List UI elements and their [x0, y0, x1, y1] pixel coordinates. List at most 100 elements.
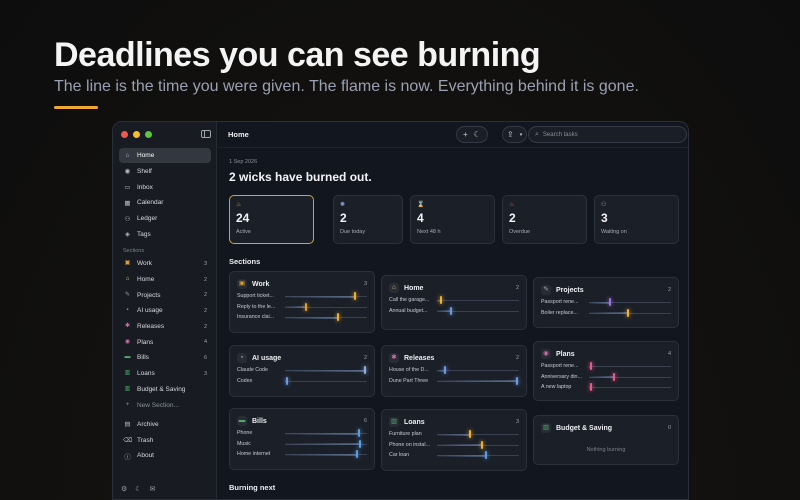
settings-icon[interactable]: ⚙ — [121, 485, 127, 493]
section-card-projects[interactable]: ✎ Projects 2 Passport rene... Boiler replace… — [533, 277, 679, 328]
card-header: ✎ Projects 2 — [541, 284, 671, 296]
wick-track — [285, 292, 367, 300]
sidebar-item-shelf[interactable]: ◉ Shelf — [119, 164, 211, 179]
plus-icon[interactable]: + — [463, 130, 468, 139]
flame-marker — [363, 366, 366, 374]
task-row[interactable]: Annual budget... — [389, 306, 519, 315]
card-count: 3 — [515, 419, 519, 425]
sidebar-item-home[interactable]: ⌂ Home — [119, 148, 211, 163]
section-card-bills[interactable]: ▬ Bills 6 Phone Music Home internet — [229, 408, 375, 470]
section-icon: ▥ — [389, 417, 399, 427]
section-count-badge: 3 — [203, 370, 207, 377]
section-icon: ⌂ — [125, 276, 130, 283]
minimize-window-button[interactable] — [133, 131, 140, 138]
section-card-loans[interactable]: ▥ Loans 3 Furniture plan Phone on instal... C… — [381, 409, 527, 471]
sidebar-toggle-icon[interactable] — [201, 130, 211, 138]
moon-icon[interactable]: ☾ — [135, 485, 141, 493]
task-name: A new laptop — [541, 384, 572, 390]
flame-marker — [357, 429, 360, 437]
sidebar-item-archive[interactable]: ▤ Archive — [119, 417, 211, 432]
card-header: ✱ Releases 2 — [389, 352, 519, 364]
task-name: Home internet — [237, 451, 271, 457]
sidebar-item-label: Calendar — [137, 199, 164, 207]
task-name: Claude Code — [237, 367, 268, 373]
sidebar-section-loans[interactable]: ▥ Loans 3 — [119, 366, 211, 382]
task-row[interactable]: Insurance clai... — [237, 313, 367, 321]
task-row[interactable]: Music — [237, 439, 367, 448]
sidebar-item-trash[interactable]: ⌫ Trash — [119, 433, 211, 448]
section-card-budget-saving[interactable]: ▥ Budget & Saving 0 Nothing burning — [533, 415, 679, 465]
wick-track — [437, 376, 519, 385]
stat-card-next-48-h[interactable]: ⌛ 4 Next 48 h — [410, 195, 495, 244]
stat-card-due-today[interactable]: ✺ 2 Due today — [333, 195, 403, 244]
wick-line — [437, 300, 519, 301]
section-card-work[interactable]: ▣ Work 3 Support ticket... Reply to the le..… — [229, 271, 375, 333]
wick-line — [437, 370, 519, 371]
task-row[interactable]: Phone — [237, 429, 367, 437]
moon-icon[interactable]: ☾ — [474, 130, 481, 139]
sidebar-item-inbox[interactable]: ▭ Inbox — [119, 180, 211, 195]
sidebar-item-calendar[interactable]: ▦ Calendar — [119, 195, 211, 210]
calendar-icon: ▦ — [124, 199, 131, 207]
card-title: Home — [404, 284, 424, 292]
section-card-plans[interactable]: ◉ Plans 4 Passport rene... Anniversary din..… — [533, 341, 679, 401]
task-name: Insurance clai... — [237, 314, 275, 320]
sidebar-section-projects[interactable]: ✎ Projects 2 — [119, 287, 211, 303]
sidebar-section-releases[interactable]: ✱ Releases 2 — [119, 319, 211, 335]
task-row[interactable]: Call the garage... — [389, 296, 519, 304]
wick-track — [437, 451, 519, 459]
task-row[interactable]: Passport rene... — [541, 362, 671, 370]
sidebar: ⌂ Home ◉ Shelf ▭ Inbox ▦ Calendar ⚇ Ledger ◈ Tags Se… — [113, 122, 217, 499]
section-icon: ✱ — [124, 323, 131, 330]
wick-track — [589, 298, 671, 306]
sidebar-item-tags[interactable]: ◈ Tags — [119, 227, 211, 242]
task-row[interactable]: Furniture plan — [389, 430, 519, 438]
sidebar-section-plans[interactable]: ◉ Plans 4 — [119, 334, 211, 350]
close-window-button[interactable] — [121, 131, 128, 138]
card-count: 6 — [363, 418, 367, 424]
sidebar-item-label: About — [137, 452, 154, 460]
task-row[interactable]: Reply to the le... — [237, 302, 367, 311]
section-count-badge: 2 — [203, 307, 207, 314]
sidebar-section-work[interactable]: ▣ Work 3 — [119, 256, 211, 272]
sidebar-item-label: Home — [137, 276, 155, 284]
stat-card-waiting-on[interactable]: ⚇ 3 Waiting on — [594, 195, 679, 244]
section-card-releases[interactable]: ✱ Releases 2 House of the D... Dune Part Thr… — [381, 345, 527, 397]
task-row[interactable]: Phone on instal... — [389, 440, 519, 449]
zoom-window-button[interactable] — [145, 131, 152, 138]
card-title: Loans — [404, 418, 425, 426]
task-row[interactable]: Dune Part Three — [389, 376, 519, 385]
search-field[interactable]: ⌕ Search tasks — [528, 126, 687, 143]
sidebar-section-bills[interactable]: ▬ Bills 6 — [119, 350, 211, 366]
card-count: 4 — [667, 351, 671, 357]
sidebar-footer: ⚙ ☾ ✉ — [121, 485, 155, 493]
sidebar-section-home[interactable]: ⌂ Home 2 — [119, 272, 211, 288]
task-row[interactable]: Claude Code — [237, 366, 367, 374]
task-row[interactable]: Passport rene... — [541, 298, 671, 306]
task-row[interactable]: Home internet — [237, 450, 367, 458]
sidebar-item-about[interactable]: ⓘ About — [119, 448, 211, 463]
card-count: 2 — [515, 355, 519, 361]
mail-icon[interactable]: ✉ — [150, 485, 156, 493]
section-icon: ▣ — [124, 260, 131, 267]
sidebar-item-ledger[interactable]: ⚇ Ledger — [119, 211, 211, 226]
task-row[interactable]: Support ticket... — [237, 292, 367, 300]
stat-card-overdue[interactable]: ♨ 2 Overdue — [502, 195, 587, 244]
sidebar-item-label: Home — [137, 152, 155, 159]
section-card-ai-usage[interactable]: ▪ AI usage 2 Claude Code Codex — [229, 345, 375, 397]
task-row[interactable]: Boiler replace... — [541, 308, 671, 317]
new-section-button[interactable]: + New Section... — [119, 397, 211, 413]
section-card-home[interactable]: ⌂ Home 2 Call the garage... Annual budget... — [381, 275, 527, 330]
task-row[interactable]: Codex — [237, 376, 367, 385]
flame-icon: ♨ — [236, 202, 242, 208]
sidebar-section-ai-usage[interactable]: ▪ AI usage 2 — [119, 303, 211, 319]
task-row[interactable]: A new laptop — [541, 383, 671, 391]
sidebar-section-budget-saving[interactable]: ▥ Budget & Saving — [119, 381, 211, 397]
sidebar-sections-label: Sections — [123, 247, 145, 254]
task-row[interactable]: Car loan — [389, 451, 519, 459]
share-menu-button[interactable]: ⇪ ▾ — [502, 126, 528, 143]
task-row[interactable]: House of the D... — [389, 366, 519, 374]
stat-card-active[interactable]: ♨ 24 Active — [229, 195, 314, 244]
card-count: 0 — [667, 425, 671, 431]
task-row[interactable]: Anniversary din... — [541, 372, 671, 381]
